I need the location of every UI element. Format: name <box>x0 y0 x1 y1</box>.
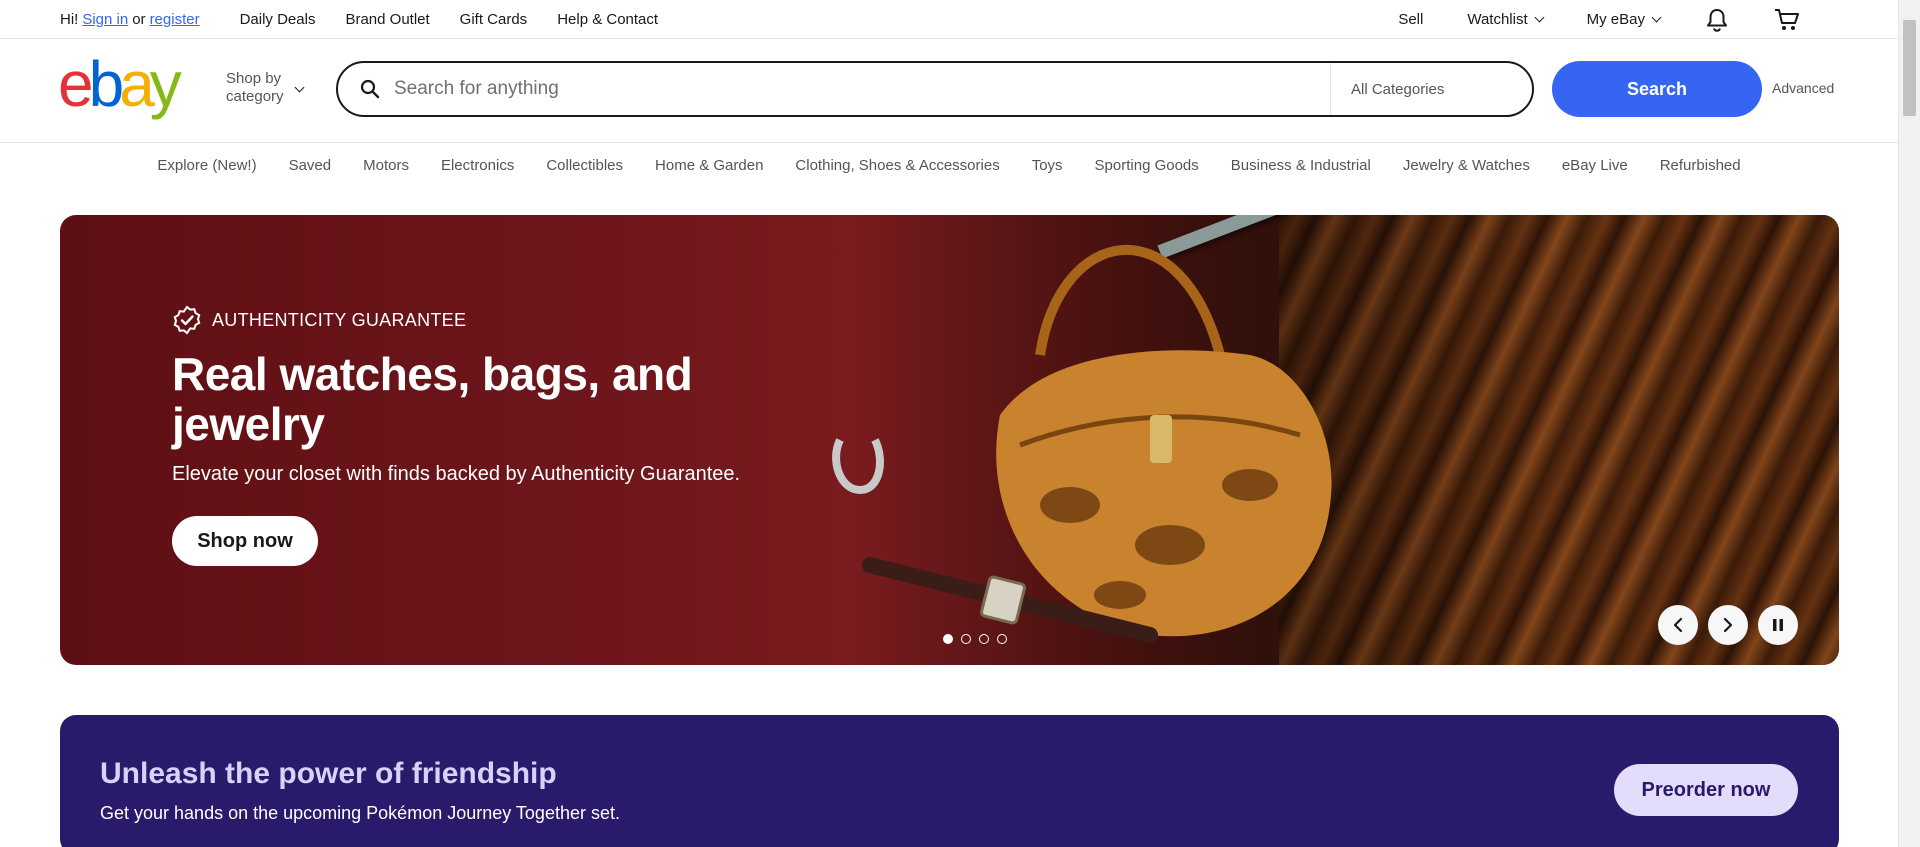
greeting-prefix: Hi! <box>60 11 79 28</box>
category-ebay-live[interactable]: eBay Live <box>1562 157 1628 174</box>
logo-letter-b: b <box>88 48 125 120</box>
my-ebay-label: My eBay <box>1586 11 1645 28</box>
header: ebay Shop by category All Categories Sea… <box>0 40 1898 143</box>
gift-cards-link[interactable]: Gift Cards <box>460 11 528 28</box>
scrollbar-thumb[interactable] <box>1903 20 1916 116</box>
register-link[interactable]: register <box>150 11 200 28</box>
watchlist-dropdown[interactable]: Watchlist <box>1467 11 1545 28</box>
watch-image <box>862 557 1158 643</box>
advanced-search-link[interactable]: Advanced <box>1772 80 1834 96</box>
category-nav: Explore (New!) Saved Motors Electronics … <box>0 144 1898 186</box>
search-bar: All Categories <box>336 61 1534 117</box>
carousel-dot[interactable] <box>943 634 953 644</box>
pause-icon <box>1773 619 1783 631</box>
help-contact-link[interactable]: Help & Contact <box>557 11 658 28</box>
logo-letter-e: e <box>58 48 94 120</box>
hero-tag-label: AUTHENTICITY GUARANTEE <box>212 309 467 330</box>
carousel-dot[interactable] <box>979 634 989 644</box>
chevron-right-icon <box>1723 617 1733 633</box>
top-utility-bar: Hi! Sign in or register Daily Deals Bran… <box>0 0 1898 39</box>
cart-icon[interactable] <box>1774 7 1800 33</box>
carousel-dot[interactable] <box>961 634 971 644</box>
category-business-industrial[interactable]: Business & Industrial <box>1231 157 1371 174</box>
category-electronics[interactable]: Electronics <box>441 157 514 174</box>
preorder-now-button[interactable]: Preorder now <box>1614 764 1798 816</box>
hero-text: AUTHENTICITY GUARANTEE Real watches, bag… <box>172 305 792 566</box>
top-left-links: Hi! Sign in or register Daily Deals Bran… <box>60 0 658 39</box>
ring-image <box>832 438 884 495</box>
carousel-prev-button[interactable] <box>1658 605 1698 645</box>
category-select[interactable]: All Categories <box>1330 63 1532 115</box>
shop-now-button[interactable]: Shop now <box>172 516 318 566</box>
logo-letter-y: y <box>149 48 182 120</box>
promo-title: Unleash the power of friendship <box>100 757 557 790</box>
category-motors[interactable]: Motors <box>363 157 409 174</box>
promo-banner[interactable]: Unleash the power of friendship Get your… <box>60 715 1839 847</box>
page-scrollbar[interactable] <box>1898 0 1920 847</box>
carousel-next-button[interactable] <box>1708 605 1748 645</box>
authenticity-check-icon <box>172 305 202 335</box>
category-refurbished[interactable]: Refurbished <box>1660 157 1741 174</box>
hero-subtitle: Elevate your closet with finds backed by… <box>172 463 741 485</box>
shop-by-category-label: Shop by category <box>226 70 284 106</box>
top-right-links: Sell Watchlist My eBay <box>1354 0 1800 39</box>
greeting-or: or <box>132 11 146 28</box>
carousel-pause-button[interactable] <box>1758 605 1798 645</box>
my-ebay-dropdown[interactable]: My eBay <box>1586 11 1662 28</box>
top-nav: Daily Deals Brand Outlet Gift Cards Help… <box>240 11 658 28</box>
brand-outlet-link[interactable]: Brand Outlet <box>345 11 429 28</box>
greeting: Hi! Sign in or register <box>60 11 200 28</box>
notification-bell-icon[interactable] <box>1704 7 1730 33</box>
chevron-left-icon <box>1673 617 1683 633</box>
category-clothing[interactable]: Clothing, Shoes & Accessories <box>795 157 999 174</box>
chevron-down-icon <box>294 82 304 92</box>
hero-carousel[interactable]: AUTHENTICITY GUARANTEE Real watches, bag… <box>60 215 1839 665</box>
search-icon <box>358 77 382 101</box>
hero-title: Real watches, bags, and jewelry <box>172 348 693 450</box>
sell-link[interactable]: Sell <box>1398 11 1423 28</box>
hero-tag: AUTHENTICITY GUARANTEE <box>172 305 792 335</box>
promo-subtitle: Get your hands on the upcoming Pokémon J… <box>100 803 620 823</box>
category-toys[interactable]: Toys <box>1032 157 1063 174</box>
search-input[interactable] <box>394 69 1294 109</box>
daily-deals-link[interactable]: Daily Deals <box>240 11 316 28</box>
watchlist-label: Watchlist <box>1467 11 1528 28</box>
ebay-logo[interactable]: ebay <box>58 48 182 120</box>
shop-by-line1: Shop by <box>226 70 282 87</box>
shop-by-line2: category <box>226 88 284 105</box>
category-jewelry-watches[interactable]: Jewelry & Watches <box>1403 157 1530 174</box>
carousel-dot[interactable] <box>997 634 1007 644</box>
sign-in-link[interactable]: Sign in <box>82 11 128 28</box>
category-explore[interactable]: Explore (New!) <box>157 157 256 174</box>
search-button[interactable]: Search <box>1552 61 1762 117</box>
category-saved[interactable]: Saved <box>289 157 332 174</box>
category-sporting-goods[interactable]: Sporting Goods <box>1095 157 1199 174</box>
chevron-down-icon <box>1651 12 1662 23</box>
logo-letter-a: a <box>119 48 155 120</box>
shop-by-category-button[interactable]: Shop by category <box>226 70 304 106</box>
category-collectibles[interactable]: Collectibles <box>546 157 623 174</box>
chevron-down-icon <box>1534 12 1545 23</box>
category-home-garden[interactable]: Home & Garden <box>655 157 763 174</box>
carousel-dots <box>943 634 1007 644</box>
